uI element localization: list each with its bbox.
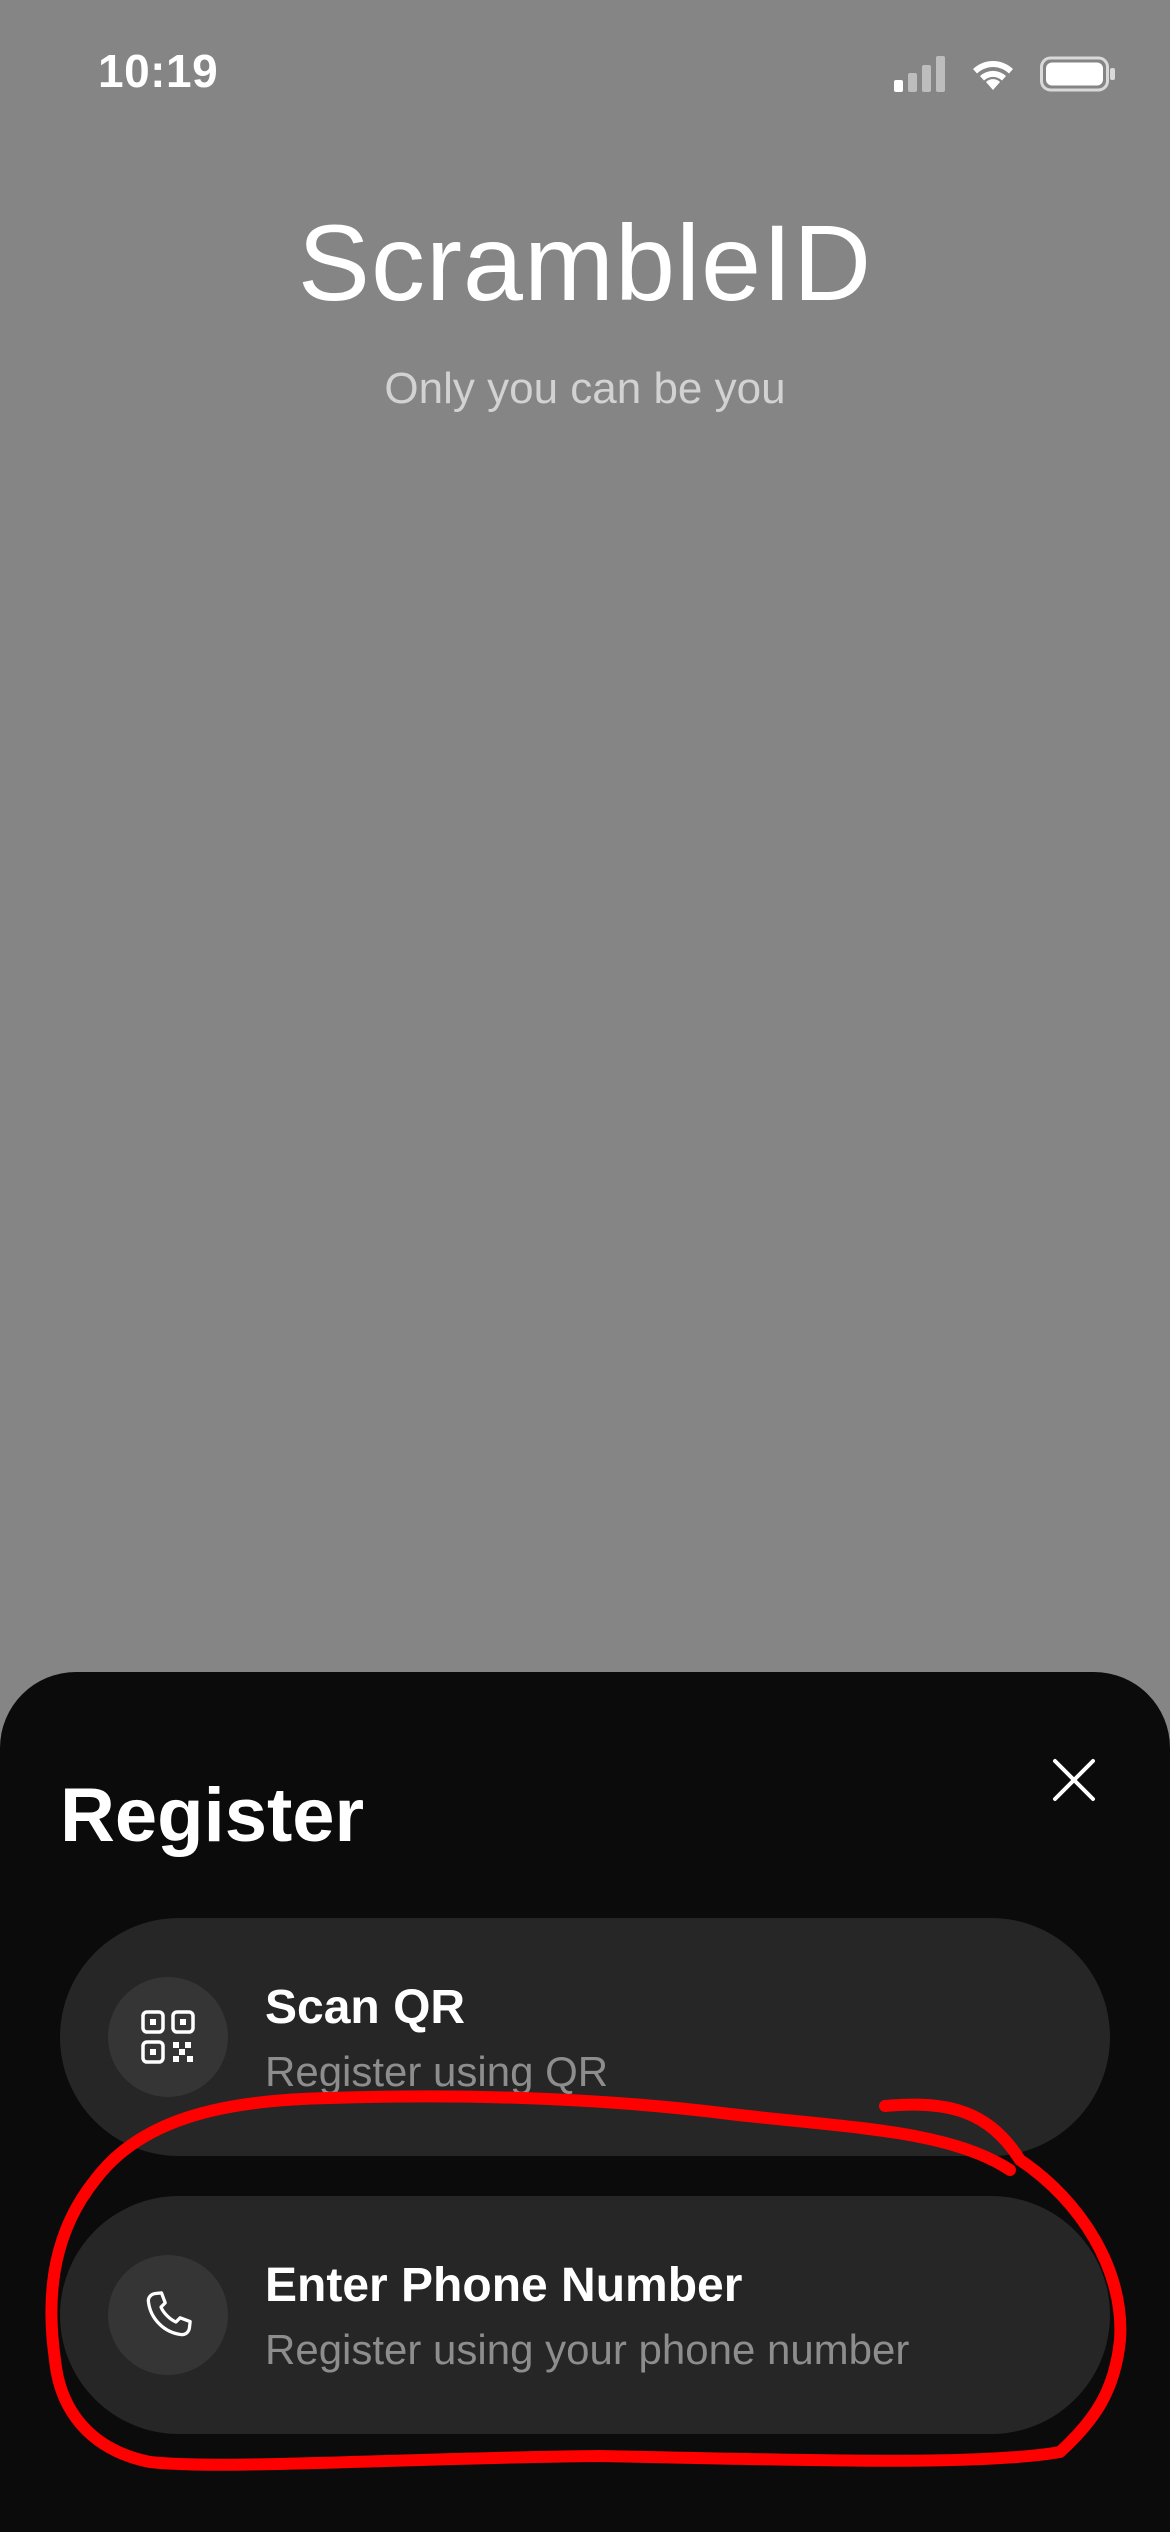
wifi-icon [973,61,1013,90]
sheet-title: Register [60,1773,365,1858]
app-screen: 10:19 ScrambleID Only you can be you Reg… [0,0,1170,2532]
enter-phone-number-option[interactable]: Enter Phone Number Register using your p… [60,2196,1110,2434]
qr-code-icon [141,2010,195,2064]
qr-icon-circle [108,1977,228,2097]
signal-icon [894,56,945,92]
scan-qr-subtitle: Register using QR [265,2048,609,2095]
scan-qr-label: Scan QR [265,1981,466,2034]
phone-icon-circle [108,2255,228,2375]
app-title: ScrambleID [297,202,873,323]
enter-phone-number-subtitle: Register using your phone number [265,2326,910,2373]
status-icons [894,52,1116,96]
enter-phone-number-label: Enter Phone Number [265,2259,743,2312]
status-bar: 10:19 [0,0,1170,150]
close-button[interactable] [1036,1742,1112,1818]
register-sheet: Register Scan QR Register using QR Enter… [0,1672,1170,2532]
scan-qr-option[interactable]: Scan QR Register using QR [60,1918,1110,2156]
status-time: 10:19 [98,45,219,97]
close-icon [1053,1759,1095,1801]
battery-icon [1040,56,1115,92]
phone-icon [146,2291,192,2337]
app-tagline: Only you can be you [384,364,786,413]
